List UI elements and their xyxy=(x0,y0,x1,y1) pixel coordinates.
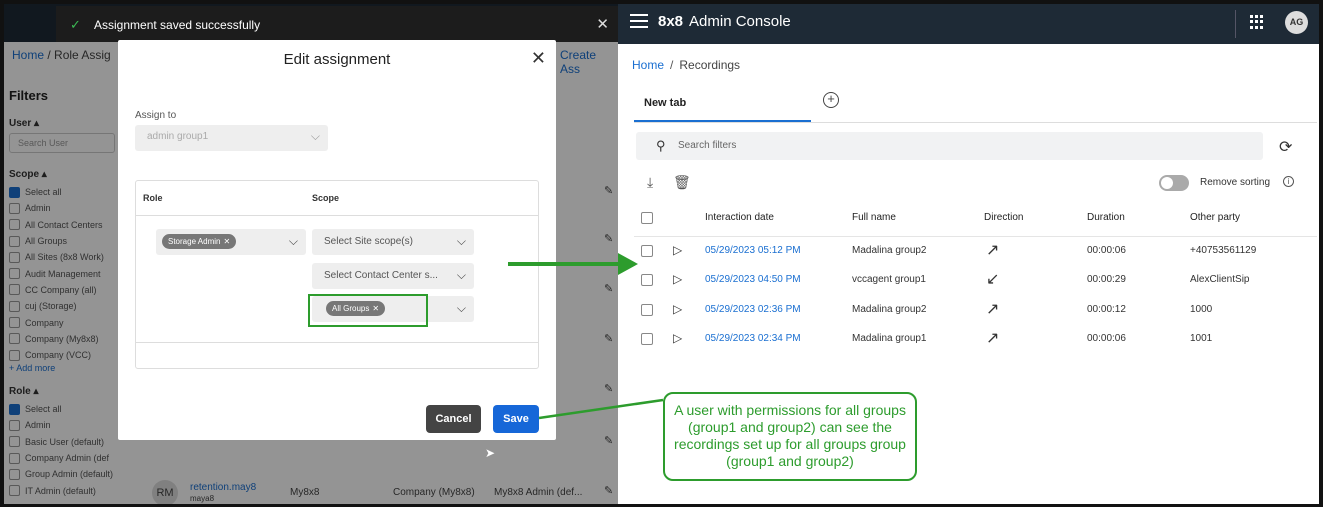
callout-connector xyxy=(538,398,664,420)
annotation-callout: A user with permissions for all groups (… xyxy=(663,392,917,481)
screenshot-frame: Home / Role Assig Create Ass Filters Use… xyxy=(0,0,1323,507)
annotation-arrows xyxy=(508,253,664,420)
arrowhead xyxy=(618,253,638,275)
